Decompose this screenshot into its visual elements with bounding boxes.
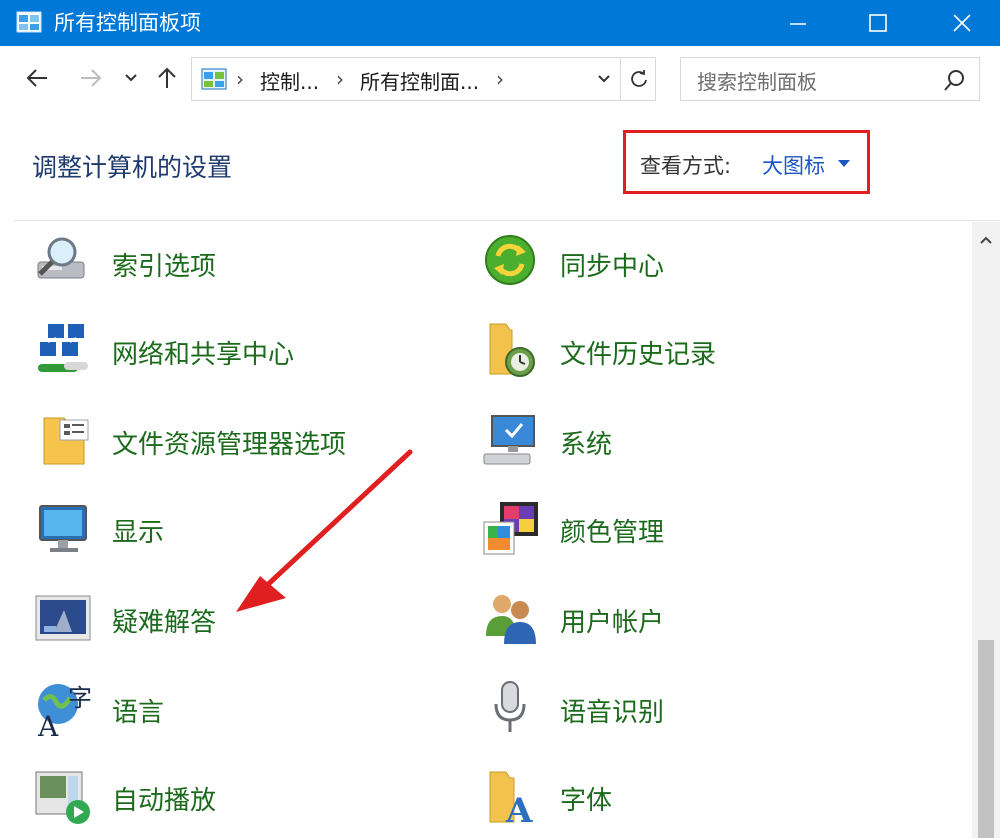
item-indexing-options[interactable]: 索引选项 [34,232,454,294]
scroll-up-icon[interactable] [972,226,1000,254]
item-label: 字体 [560,786,613,816]
caret-down-icon[interactable] [838,160,850,167]
up-arrow-icon[interactable] [152,62,182,94]
item-autoplay[interactable]: 自动播放 [34,766,454,828]
item-display[interactable]: 显示 [34,498,454,560]
page-title: 调整计算机的设置 [32,153,233,182]
maximize-button[interactable] [848,0,908,46]
minimize-button[interactable] [768,0,828,46]
system-icon [482,410,542,470]
item-label: 颜色管理 [560,518,665,548]
chevron-down-icon[interactable] [116,62,146,94]
back-arrow-icon[interactable] [22,62,52,94]
item-system[interactable]: 系统 [482,410,942,472]
item-file-explorer-options[interactable]: 文件资源管理器选项 [34,410,454,472]
troubleshooting-icon [34,588,94,648]
scrollbar-thumb[interactable] [978,640,994,838]
svg-text:字: 字 [68,684,92,712]
item-label: 语音识别 [560,698,665,728]
svg-text:A: A [37,710,59,738]
network-sharing-icon [34,320,94,380]
svg-text:A: A [505,791,533,826]
search-placeholder: 搜索控制面板 [697,70,817,94]
item-user-accounts[interactable]: 用户帐户 [482,588,942,650]
breadcrumb-separator: › [236,67,244,91]
control-panel-icon [16,11,42,33]
indexing-options-icon [34,232,94,292]
window-title: 所有控制面板项 [54,11,201,35]
breadcrumb-all-items[interactable]: 所有控制面... [360,66,479,95]
item-fonts[interactable]: A 字体 [482,766,942,831]
item-language[interactable]: 字 A 语言 [34,678,454,743]
refresh-icon [630,70,647,87]
item-troubleshooting[interactable]: 疑难解答 [34,588,454,650]
file-history-icon [482,320,542,380]
language-icon: 字 A [34,678,94,743]
item-label: 语言 [112,698,165,728]
item-label: 用户帐户 [560,608,665,638]
item-label: 同步中心 [560,252,665,282]
item-color-management[interactable]: 颜色管理 [482,498,942,560]
autoplay-icon [34,766,94,826]
refresh-button[interactable] [620,58,656,100]
item-label: 索引选项 [112,252,217,282]
item-label: 显示 [112,518,165,548]
item-network-sharing[interactable]: 网络和共享中心 [34,320,454,382]
address-bar[interactable]: › 控制... › 所有控制面... › [191,57,656,101]
breadcrumb-separator[interactable]: › [496,67,504,91]
item-sync-center[interactable]: 同步中心 [482,232,942,294]
search-icon[interactable] [943,68,967,92]
item-speech-recognition[interactable]: 语音识别 [482,678,942,740]
speech-recognition-icon [482,678,542,738]
breadcrumb-control-panel[interactable]: 控制... [260,66,319,95]
view-by-dropdown[interactable]: 大图标 [762,150,825,180]
control-panel-icon [201,68,227,90]
fonts-icon: A [482,766,542,831]
item-label: 文件资源管理器选项 [112,430,347,460]
file-explorer-options-icon [34,410,94,470]
item-label: 网络和共享中心 [112,340,295,370]
vertical-scrollbar[interactable] [972,222,1000,838]
sync-center-icon [482,232,542,292]
user-accounts-icon [482,588,542,648]
close-button[interactable] [932,0,992,46]
view-by-label: 查看方式: [640,154,732,178]
forward-arrow-icon[interactable] [76,62,106,94]
item-label: 疑难解答 [112,608,217,638]
address-history-dropdown[interactable] [592,66,616,92]
item-file-history[interactable]: 文件历史记录 [482,320,942,382]
color-management-icon [482,498,542,558]
divider [14,220,1000,221]
breadcrumb-separator: › [336,67,344,91]
item-label: 文件历史记录 [560,340,717,370]
item-label: 系统 [560,430,613,460]
title-bar: 所有控制面板项 [0,0,1000,46]
item-label: 自动播放 [112,786,217,816]
display-icon [34,498,94,558]
search-input[interactable]: 搜索控制面板 [680,57,980,101]
